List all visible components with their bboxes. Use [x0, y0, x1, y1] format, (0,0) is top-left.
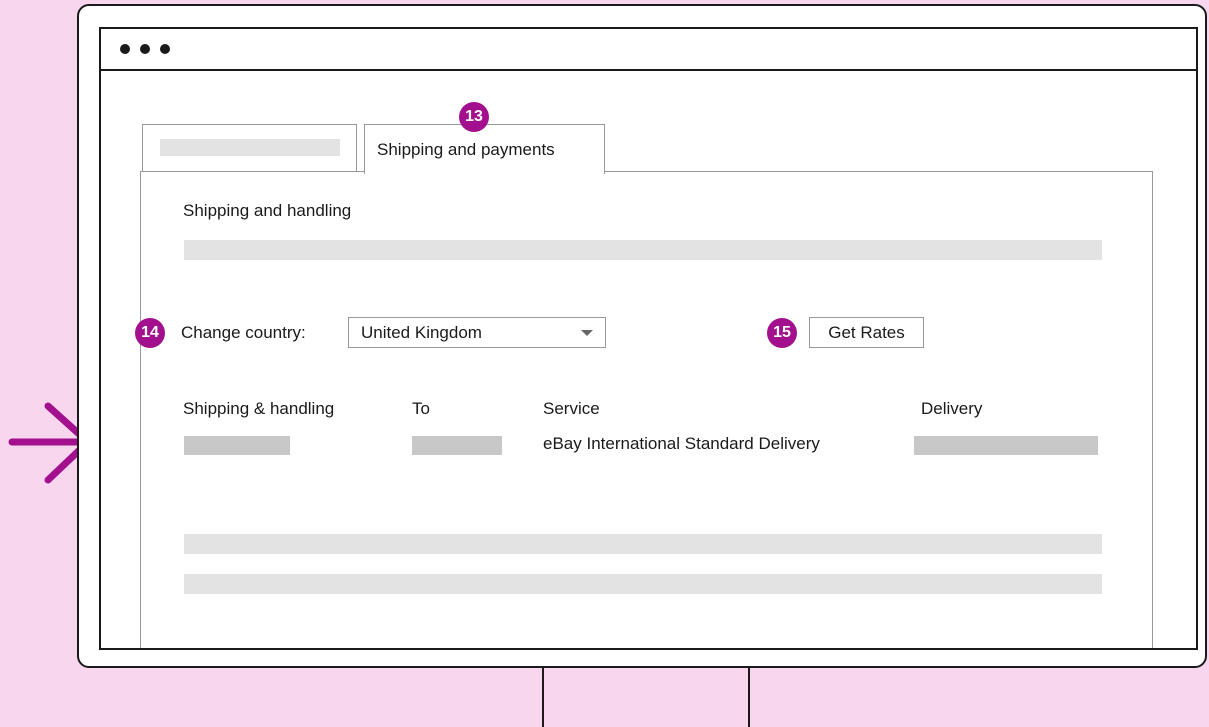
monitor-stand-right	[748, 668, 750, 727]
window-dot-icon	[160, 44, 170, 54]
header-delivery: Delivery	[921, 399, 983, 418]
window-dot-icon	[120, 44, 130, 54]
country-select-value: United Kingdom	[361, 323, 482, 342]
placeholder-bar	[184, 534, 1102, 554]
tab-label: Shipping and payments	[377, 140, 555, 159]
service-value: eBay International Standard Delivery	[543, 434, 820, 453]
get-rates-button[interactable]: Get Rates	[809, 317, 924, 348]
monitor-stand-left	[542, 668, 544, 727]
step-badge-15: 15	[767, 318, 797, 348]
chevron-down-icon	[581, 330, 593, 336]
shipping-cost-placeholder	[184, 436, 290, 455]
browser-window: Shipping and payments 13 Shipping and ha…	[99, 27, 1198, 650]
section-title: Shipping and handling	[183, 201, 352, 220]
tab-placeholder[interactable]	[142, 124, 357, 172]
step-badge-14: 14	[135, 318, 165, 348]
placeholder-bar	[184, 240, 1102, 260]
header-to: To	[412, 399, 430, 418]
step-badge-13: 13	[459, 102, 489, 132]
destination-placeholder	[412, 436, 502, 455]
header-shipping-handling: Shipping & handling	[183, 399, 335, 418]
header-service: Service	[543, 399, 600, 418]
placeholder-bar	[184, 574, 1102, 594]
window-dot-icon	[140, 44, 150, 54]
country-select[interactable]: United Kingdom	[348, 317, 606, 348]
delivery-placeholder	[914, 436, 1098, 455]
tab-placeholder-bar	[160, 139, 340, 156]
window-titlebar	[101, 29, 1196, 71]
tab-shipping-and-payments[interactable]: Shipping and payments	[364, 124, 605, 174]
change-country-label: Change country:	[181, 323, 306, 342]
